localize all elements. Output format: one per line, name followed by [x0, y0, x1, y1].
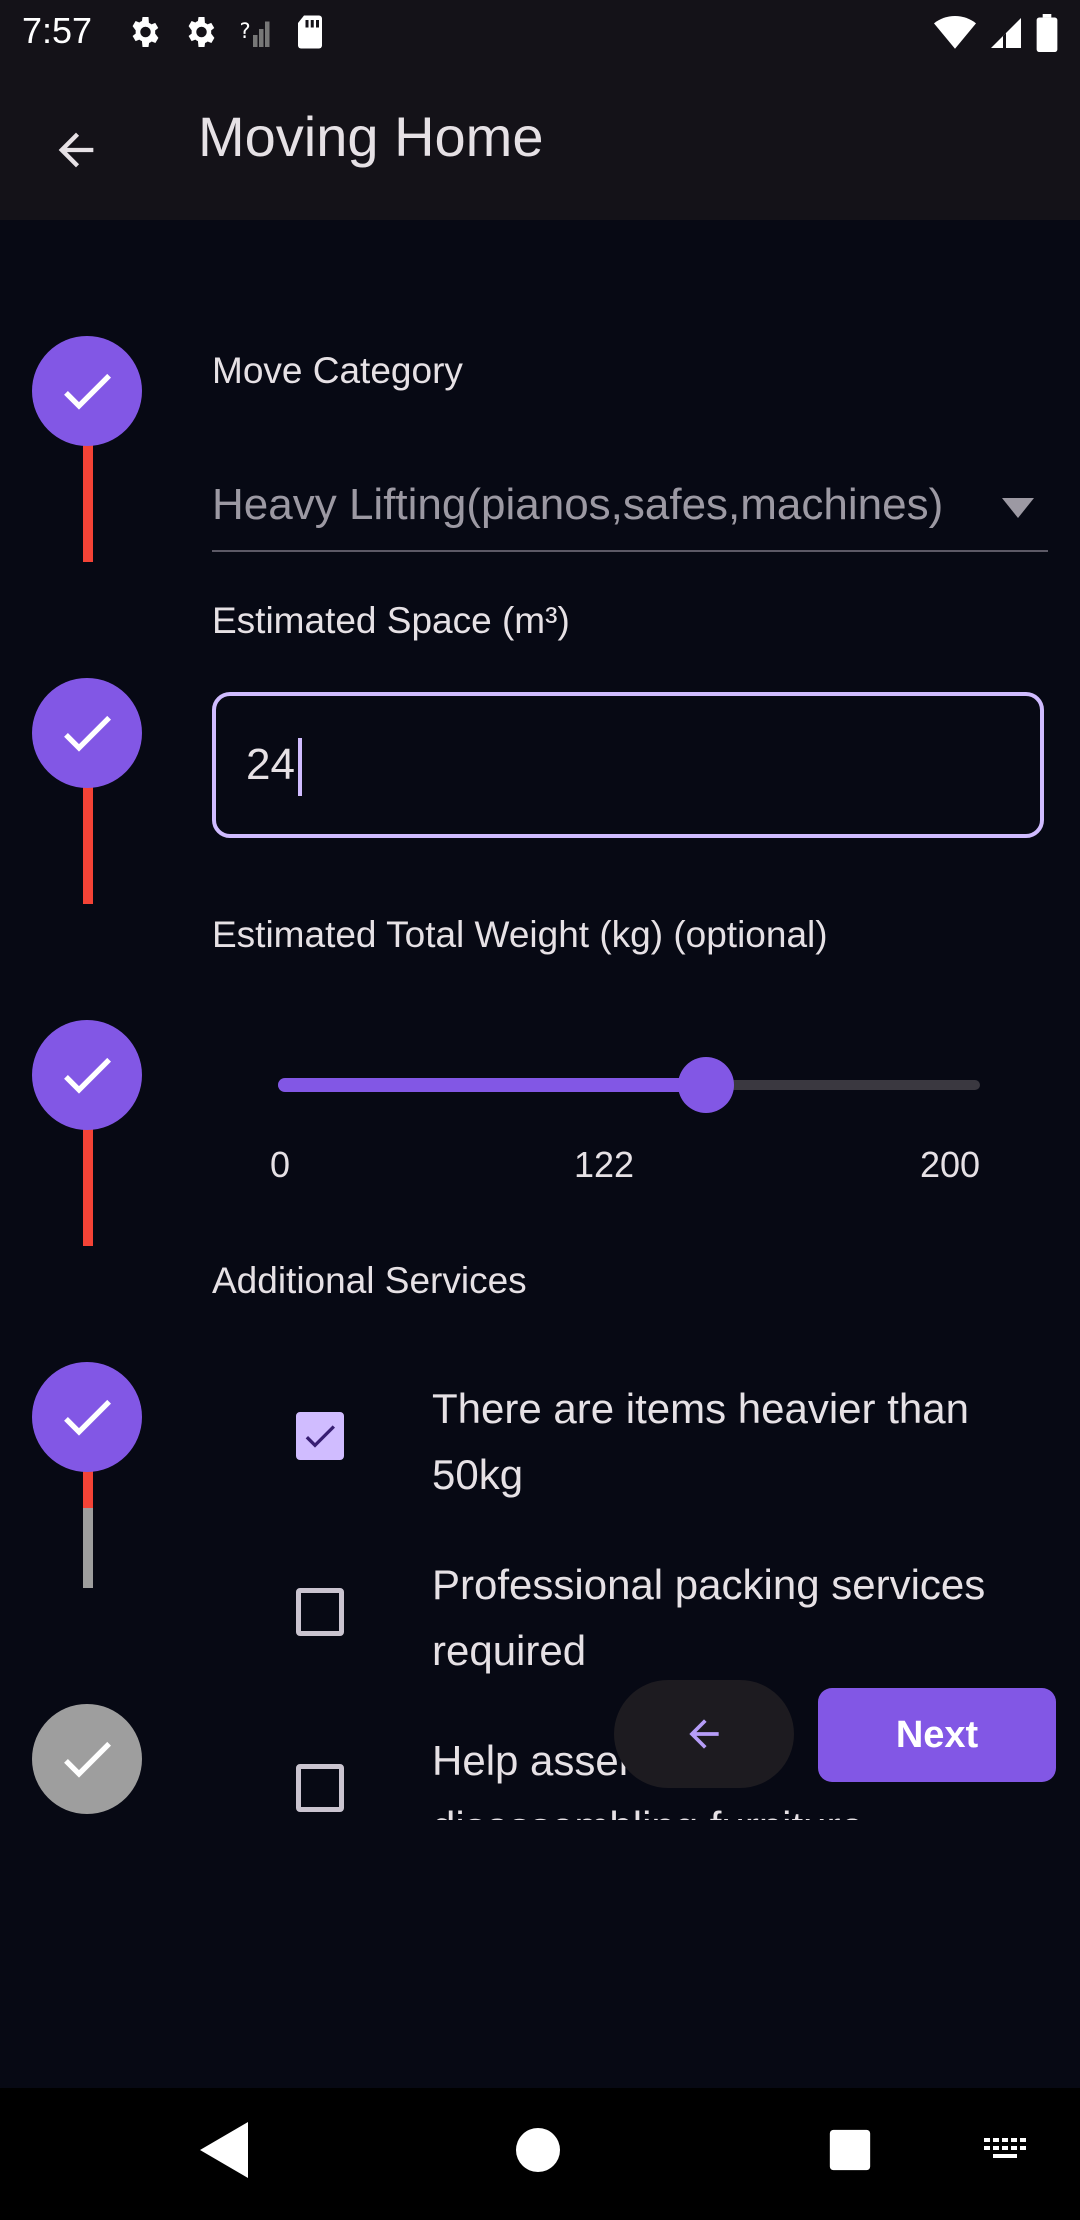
slider-active-track — [278, 1078, 706, 1092]
packing-checkbox[interactable] — [296, 1588, 344, 1636]
move-category-label: Move Category — [212, 350, 463, 391]
estimated-weight-slider[interactable] — [278, 1056, 980, 1113]
app-bar: Moving Home — [0, 64, 1080, 220]
check-icon — [64, 1399, 111, 1436]
nav-home-button[interactable] — [514, 2122, 562, 2178]
check-icon — [64, 715, 111, 752]
estimated-weight-label: Estimated Total Weight (kg) (optional) — [212, 914, 828, 955]
slider-thumb[interactable] — [678, 1057, 734, 1113]
check-icon — [305, 1425, 335, 1448]
step-connector — [83, 1508, 93, 1588]
heavy-items-label: There are items heavier than 50kg — [432, 1385, 969, 1498]
stepper-scroll-area[interactable]: Move Category Heavy Lifting(pianos,safes… — [0, 220, 1080, 1820]
sd-card-icon — [298, 15, 322, 49]
system-nav-bar — [0, 2088, 1080, 2220]
back-triangle-icon — [200, 2122, 248, 2178]
packing-label: Professional packing services required — [432, 1561, 986, 1674]
status-bar: 7:57 ? — [0, 0, 1080, 64]
step-indicator-move-category[interactable] — [32, 336, 142, 446]
check-icon — [64, 1741, 111, 1778]
move-category-dropdown[interactable]: Heavy Lifting(pianos,safes,machines) — [212, 470, 1048, 552]
estimated-space-value: 24 — [246, 740, 295, 789]
status-left-icons: ? — [126, 14, 326, 50]
form-content: Move Category Heavy Lifting(pianos,safes… — [0, 220, 1080, 2088]
status-right-icons — [934, 14, 1058, 52]
signal-icon — [991, 18, 1021, 48]
next-button[interactable]: Next — [818, 1688, 1056, 1782]
heavy-items-checkbox[interactable] — [296, 1412, 344, 1460]
page-title: Moving Home — [198, 105, 544, 168]
step-indicator-estimated-weight[interactable] — [32, 1020, 142, 1130]
slider-max-label: 200 — [920, 1144, 981, 1185]
check-icon — [64, 1057, 111, 1094]
keyboard-icon — [984, 2138, 1026, 2158]
nav-recents-button[interactable] — [828, 2122, 872, 2178]
slider-value-label: 122 — [574, 1144, 635, 1185]
text-cursor — [298, 738, 302, 796]
slider-min-label: 0 — [270, 1144, 291, 1185]
furniture-checkbox[interactable] — [296, 1764, 344, 1812]
additional-services-label: Additional Services — [212, 1260, 527, 1301]
no-signal-icon: ? — [240, 19, 270, 47]
previous-step-button[interactable] — [614, 1680, 794, 1788]
settings-icon — [132, 17, 159, 47]
estimated-space-input[interactable]: 24 — [212, 692, 1044, 838]
step-indicator-next[interactable] — [32, 1704, 142, 1814]
step-indicator-additional-services[interactable] — [32, 1362, 142, 1472]
check-icon — [64, 373, 111, 410]
svg-text:?: ? — [240, 19, 251, 43]
estimated-space-label: Estimated Space (m³) — [212, 600, 570, 641]
arrow-back-icon — [58, 132, 94, 168]
move-category-value: Heavy Lifting(pianos,safes,machines) — [212, 480, 944, 529]
step-indicator-estimated-space[interactable] — [32, 678, 142, 788]
battery-icon — [1036, 14, 1058, 52]
home-circle-icon — [516, 2128, 560, 2172]
settings-icon — [188, 17, 215, 47]
back-button[interactable] — [40, 114, 112, 186]
recents-square-icon — [829, 2129, 871, 2171]
status-time: 7:57 — [22, 10, 93, 51]
arrow-back-icon — [689, 1719, 719, 1749]
nav-keyboard-button[interactable] — [982, 2122, 1030, 2178]
nav-back-button[interactable] — [200, 2122, 248, 2178]
wifi-icon — [934, 16, 976, 49]
dropdown-arrow-icon — [1002, 498, 1034, 518]
